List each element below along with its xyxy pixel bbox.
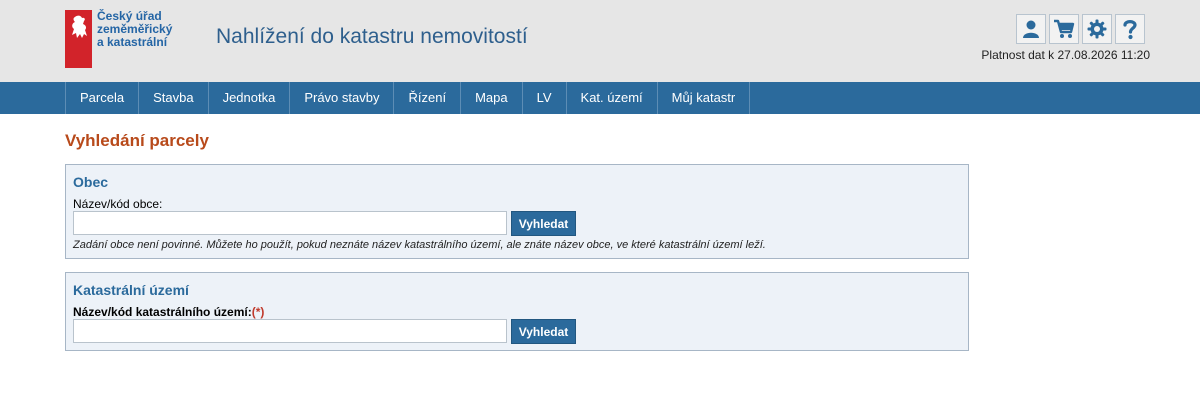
user-button[interactable] (1016, 14, 1046, 44)
logo-line-3: a katastrální (97, 35, 168, 49)
cart-icon (1054, 19, 1075, 38)
obec-label: Název/kód obce: (73, 197, 163, 211)
gear-icon (1087, 19, 1107, 39)
katastralni-uzemi-panel: Katastrální území Název/kód katastrálníh… (65, 272, 969, 351)
help-icon (1123, 20, 1137, 40)
app-title: Nahlížení do katastru nemovitostí (216, 25, 528, 48)
nav-item-jednotka[interactable]: Jednotka (209, 82, 291, 114)
obec-search-button[interactable]: Vyhledat (511, 211, 576, 236)
cart-button[interactable] (1049, 14, 1079, 44)
ku-search-button[interactable]: Vyhledat (511, 319, 576, 344)
nav-item-stavba[interactable]: Stavba (139, 82, 209, 114)
lion-emblem-icon (65, 10, 92, 68)
obec-input[interactable] (73, 211, 507, 235)
main-nav: Parcela Stavba Jednotka Právo stavby Říz… (0, 82, 1200, 114)
ku-input[interactable] (73, 319, 507, 343)
obec-heading: Obec (73, 174, 109, 190)
page-title: Vyhledání parcely (65, 131, 209, 150)
nav-item-lv[interactable]: LV (523, 82, 567, 114)
ku-heading: Katastrální území (73, 282, 189, 298)
logo-text: Český úřad zeměměřický a katastrální (97, 10, 172, 68)
cuzk-logo[interactable]: Český úřad zeměměřický a katastrální (65, 10, 172, 68)
settings-button[interactable] (1082, 14, 1112, 44)
nav-item-kat-uzemi[interactable]: Kat. území (567, 82, 658, 114)
site-header: Český úřad zeměměřický a katastrální Nah… (0, 0, 1200, 82)
data-validity-text: Platnost dat k 27.08.2026 11:20 (981, 48, 1150, 62)
ku-label: Název/kód katastrálního území: (73, 305, 252, 319)
nav-item-parcela[interactable]: Parcela (66, 82, 140, 114)
obec-panel: Obec Název/kód obce: Vyhledat Zadání obc… (65, 164, 969, 259)
nav-item-rizeni[interactable]: Řízení (394, 82, 462, 114)
user-icon (1023, 20, 1039, 38)
obec-hint: Zadání obce není povinné. Můžete ho použ… (73, 239, 766, 251)
header-toolbar (1016, 14, 1145, 44)
required-mark: (*) (251, 305, 265, 319)
nav-item-pravo-stavby[interactable]: Právo stavby (290, 82, 395, 114)
nav-item-mapa[interactable]: Mapa (461, 82, 523, 114)
ku-label-wrapper: Název/kód katastrálního území:(*) (73, 305, 264, 319)
nav-item-muj-katastr[interactable]: Můj katastr (658, 82, 751, 114)
help-button[interactable] (1115, 14, 1145, 44)
